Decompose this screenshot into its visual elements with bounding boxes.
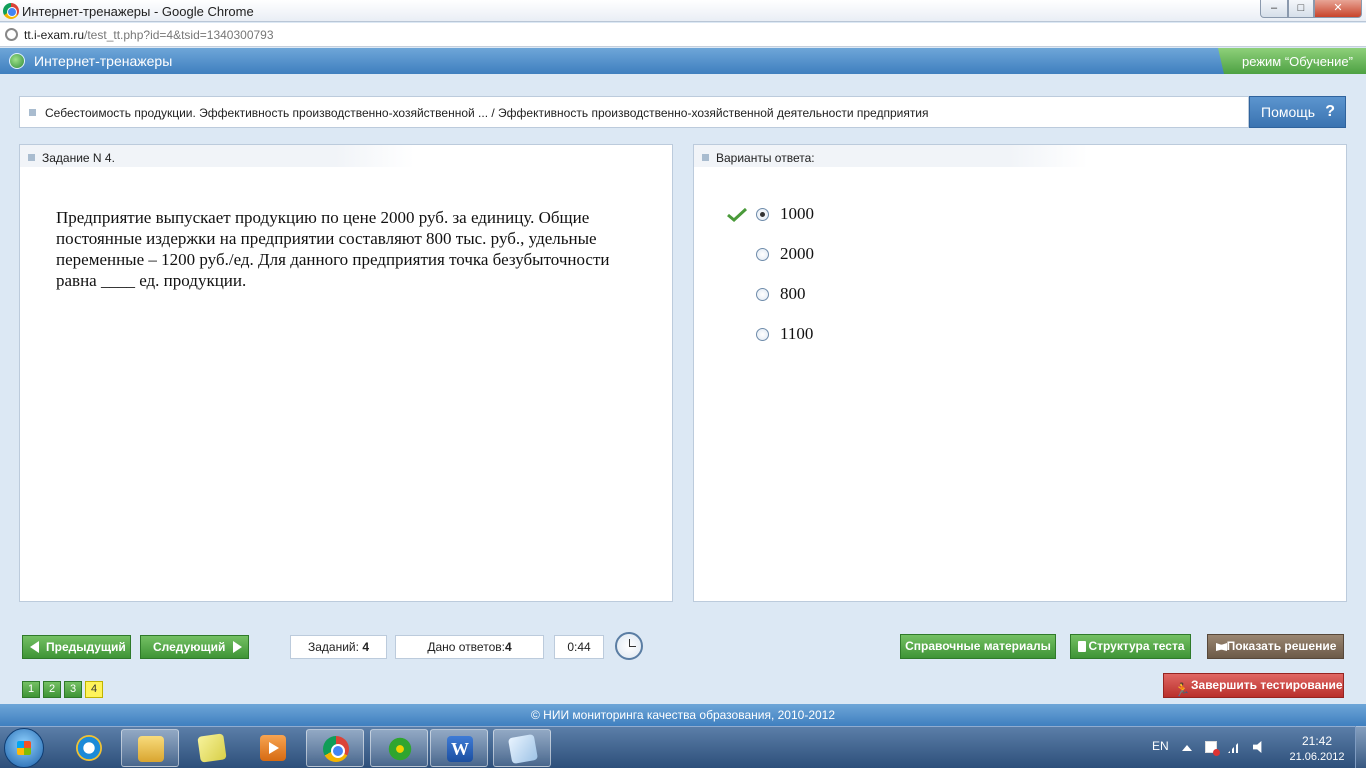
breadcrumb-text: Себестоимость продукции. Эффективность п… bbox=[45, 106, 929, 120]
question-text: Предприятие выпускает продукцию по цене … bbox=[56, 208, 610, 290]
tasks-label: Заданий: bbox=[308, 640, 359, 654]
help-label: Помощь bbox=[1261, 104, 1316, 120]
next-label: Следующий bbox=[153, 640, 226, 654]
close-window-button[interactable]: ✕ bbox=[1314, 0, 1362, 18]
page-button-3[interactable]: 3 bbox=[64, 681, 82, 698]
action-center-flag-icon[interactable] bbox=[1205, 741, 1220, 756]
maximize-button[interactable]: □ bbox=[1288, 0, 1314, 18]
task-number: Задание N 4. bbox=[42, 151, 115, 165]
answer-option-4[interactable]: 1100 bbox=[756, 324, 956, 346]
app-name: Интернет-тренажеры bbox=[34, 53, 173, 69]
answers-panel: Варианты ответа: 1000 2000 800 1100 bbox=[693, 144, 1347, 602]
finish-test-label: Завершить тестирование bbox=[1191, 678, 1343, 692]
file-explorer-icon bbox=[138, 736, 164, 762]
question-mark-icon: ? bbox=[1325, 103, 1335, 120]
taskbar-chrome[interactable] bbox=[306, 729, 364, 767]
show-hidden-icons-icon[interactable] bbox=[1182, 745, 1192, 751]
running-man-icon: 🏃 bbox=[1174, 682, 1191, 697]
answers-count-box: Дано ответов:4 bbox=[395, 635, 544, 659]
notepad-icon bbox=[507, 733, 539, 765]
bullet-square-icon bbox=[28, 154, 35, 161]
document-icon bbox=[1078, 641, 1086, 652]
test-structure-button[interactable]: Структура теста bbox=[1070, 634, 1191, 659]
book-icon bbox=[1216, 643, 1227, 651]
task-header: Задание N 4. bbox=[20, 145, 414, 167]
answer-option-1[interactable]: 1000 bbox=[756, 204, 956, 226]
bullet-square-icon bbox=[702, 154, 709, 161]
page-button-4-current[interactable]: 4 bbox=[85, 681, 103, 698]
address-bar[interactable]: tt.i-exam.ru/test_tt.php?id=4&tsid=13403… bbox=[0, 23, 1366, 47]
bullet-square-icon bbox=[29, 109, 36, 116]
answer-value: 2000 bbox=[780, 244, 814, 263]
test-structure-label: Структура теста bbox=[1088, 639, 1185, 653]
chrome-icon bbox=[323, 736, 349, 762]
taskbar-icq[interactable] bbox=[370, 729, 428, 767]
radio-button[interactable] bbox=[756, 248, 769, 261]
taskbar-file-explorer[interactable] bbox=[121, 729, 179, 767]
breadcrumb: Себестоимость продукции. Эффективность п… bbox=[19, 96, 1249, 128]
answers-given-label: Дано ответов: bbox=[427, 640, 505, 654]
next-button[interactable]: Следующий bbox=[140, 635, 249, 659]
taskbar-word[interactable]: W bbox=[430, 729, 488, 767]
taskbar-notepad[interactable] bbox=[493, 729, 551, 767]
answer-option-2[interactable]: 2000 bbox=[756, 244, 956, 266]
finish-test-button[interactable]: 🏃 Завершить тестирование bbox=[1163, 673, 1344, 698]
radio-button-selected[interactable] bbox=[756, 208, 769, 221]
app-header: Интернет-тренажеры режим “Обучение” bbox=[0, 48, 1366, 74]
previous-button[interactable]: Предыдущий bbox=[22, 635, 131, 659]
radio-button[interactable] bbox=[756, 328, 769, 341]
copyright-footer: © НИИ мониторинга качества образования, … bbox=[0, 704, 1366, 726]
minimize-button[interactable]: – bbox=[1260, 0, 1288, 18]
chrome-icon bbox=[3, 3, 19, 19]
radio-button[interactable] bbox=[756, 288, 769, 301]
arrow-left-icon bbox=[30, 641, 39, 653]
previous-label: Предыдущий bbox=[46, 640, 126, 654]
clock-icon bbox=[615, 632, 643, 660]
language-indicator[interactable]: EN bbox=[1152, 739, 1169, 753]
page-button-1[interactable]: 1 bbox=[22, 681, 40, 698]
show-desktop-button[interactable] bbox=[1355, 726, 1366, 768]
reference-materials-button[interactable]: Справочные материалы bbox=[900, 634, 1056, 659]
window-titlebar: Интернет-тренажеры - Google Chrome – □ ✕ bbox=[0, 0, 1366, 22]
answer-value: 800 bbox=[780, 284, 806, 303]
answer-value: 1100 bbox=[780, 324, 814, 343]
page-button-2[interactable]: 2 bbox=[43, 681, 61, 698]
url-text[interactable]: tt.i-exam.ru/test_tt.php?id=4&tsid=13403… bbox=[24, 28, 274, 42]
sticky-notes-icon bbox=[197, 733, 227, 763]
url-path: /test_tt.php?id=4&tsid=1340300793 bbox=[84, 28, 274, 42]
arrow-right-icon bbox=[233, 641, 242, 653]
answers-header-label: Варианты ответа: bbox=[716, 151, 815, 165]
answer-option-3[interactable]: 800 bbox=[756, 284, 956, 306]
answers-given-count: 4 bbox=[504, 640, 512, 654]
reference-materials-label: Справочные материалы bbox=[905, 639, 1051, 653]
start-icon[interactable] bbox=[4, 728, 44, 768]
tray-time[interactable]: 21:42 bbox=[1293, 734, 1341, 748]
word-icon: W bbox=[447, 736, 473, 762]
tasks-count-box: Заданий: 4 bbox=[290, 635, 387, 659]
internet-explorer-icon bbox=[76, 735, 102, 761]
timer-box: 0:44 bbox=[554, 635, 604, 659]
taskbar-internet-explorer[interactable] bbox=[60, 729, 118, 767]
media-player-icon bbox=[260, 735, 286, 761]
globe-icon bbox=[9, 53, 25, 69]
taskbar-media-player[interactable] bbox=[244, 729, 302, 767]
show-solution-label: Показать решение bbox=[1226, 639, 1337, 653]
mode-badge: режим “Обучение” bbox=[1218, 48, 1366, 74]
show-solution-button[interactable]: Показать решение bbox=[1207, 634, 1344, 659]
answers-header: Варианты ответа: bbox=[694, 145, 1088, 167]
page-icon bbox=[5, 28, 18, 41]
window-title: Интернет-тренажеры - Google Chrome bbox=[22, 4, 254, 19]
tray-date[interactable]: 21.06.2012 bbox=[1285, 751, 1349, 763]
taskbar-sticky-notes[interactable] bbox=[183, 729, 241, 767]
tasks-count: 4 bbox=[362, 640, 369, 654]
icq-icon bbox=[387, 736, 413, 762]
task-panel: Задание N 4. Предприятие выпускает проду… bbox=[19, 144, 673, 602]
answer-value: 1000 bbox=[780, 204, 814, 223]
correct-check-icon bbox=[727, 208, 747, 222]
url-host: tt.i-exam.ru bbox=[24, 28, 85, 42]
timer-value: 0:44 bbox=[567, 640, 591, 654]
help-button[interactable]: Помощь ? bbox=[1249, 96, 1346, 128]
